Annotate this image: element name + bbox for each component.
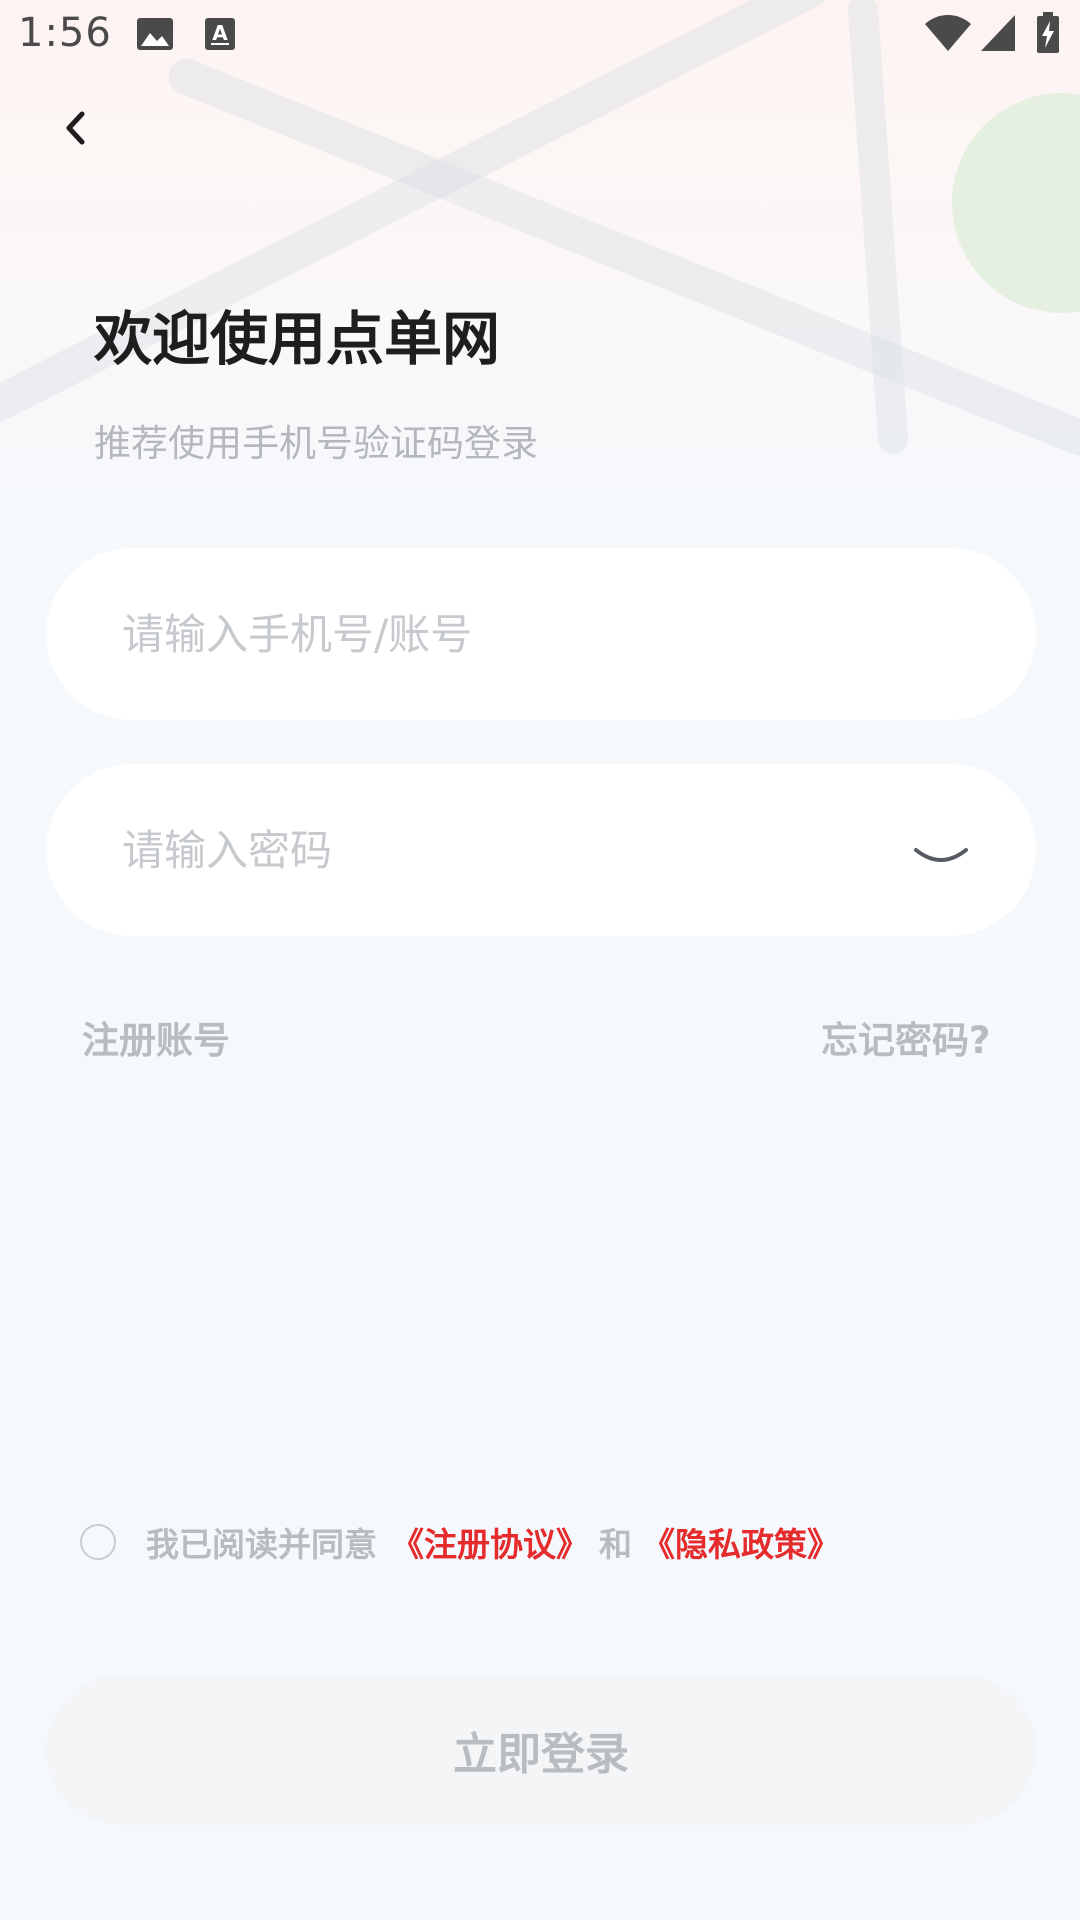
account-field bbox=[46, 548, 1036, 720]
agreement-prefix: 我已阅读并同意 bbox=[146, 1525, 377, 1564]
terms-link[interactable]: 《注册协议》 bbox=[391, 1518, 589, 1566]
forgot-password-link[interactable]: 忘记密码? bbox=[821, 1010, 990, 1064]
signal-icon bbox=[980, 14, 1016, 52]
status-time: 1:56 bbox=[18, 10, 112, 56]
battery-icon bbox=[1036, 12, 1060, 54]
password-field bbox=[46, 764, 1036, 936]
agreement-checkbox[interactable] bbox=[80, 1524, 116, 1560]
agreement-row: 我已阅读并同意 《注册协议》 和 《隐私政策》 bbox=[80, 1518, 840, 1566]
login-button[interactable]: 立即登录 bbox=[46, 1675, 1036, 1825]
eye-closed-icon bbox=[914, 848, 968, 862]
register-link[interactable]: 注册账号 bbox=[82, 1010, 230, 1064]
back-button[interactable] bbox=[52, 100, 102, 156]
background-decoration bbox=[0, 0, 1080, 1920]
text-a-icon: A bbox=[204, 16, 236, 52]
svg-text:A: A bbox=[212, 21, 228, 45]
page-subtitle: 推荐使用手机号验证码登录 bbox=[94, 422, 538, 465]
password-input[interactable] bbox=[122, 764, 862, 936]
image-icon bbox=[136, 16, 174, 52]
wifi-icon bbox=[924, 14, 972, 52]
page-title: 欢迎使用点单网 bbox=[94, 305, 501, 373]
status-bar: 1:56 A bbox=[0, 0, 1080, 72]
decor-circle bbox=[952, 93, 1080, 313]
agreement-and: 和 bbox=[599, 1525, 632, 1564]
account-input[interactable] bbox=[122, 548, 902, 720]
chevron-left-icon bbox=[66, 111, 85, 145]
privacy-link[interactable]: 《隐私政策》 bbox=[642, 1518, 840, 1566]
password-visibility-toggle[interactable] bbox=[896, 804, 986, 894]
